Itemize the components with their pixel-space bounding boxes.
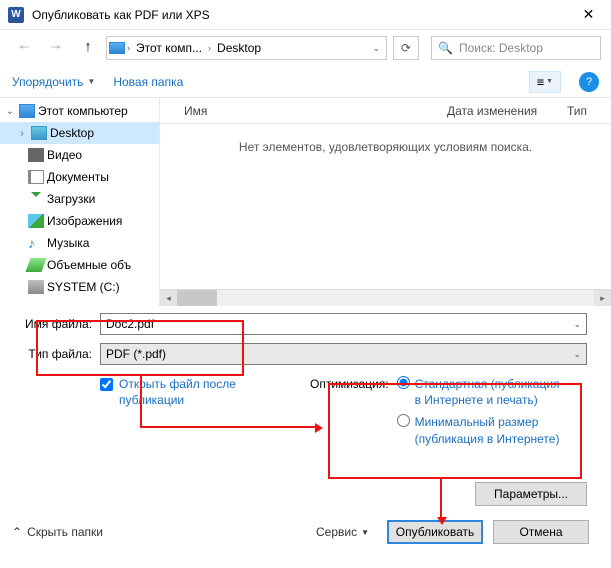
help-button[interactable]: ? xyxy=(579,72,599,92)
organize-menu[interactable]: Упорядочить▼ xyxy=(12,75,95,89)
expand-icon[interactable]: › xyxy=(16,128,28,139)
hide-folders-toggle[interactable]: ⌃ Скрыть папки xyxy=(12,525,103,539)
pc-icon xyxy=(109,42,125,54)
filename-label: Имя файла: xyxy=(24,317,100,331)
chevron-right-icon: › xyxy=(127,43,130,53)
video-icon xyxy=(28,148,44,162)
chevron-down-icon[interactable]: ⌄ xyxy=(372,43,380,54)
chevron-down-icon[interactable]: ⌄ xyxy=(573,349,581,360)
music-icon xyxy=(28,236,44,250)
scrollbar-thumb[interactable] xyxy=(177,290,217,306)
pc-icon xyxy=(19,104,35,118)
column-name[interactable]: Имя xyxy=(184,104,447,118)
breadcrumb-pc[interactable]: Этот комп... xyxy=(132,41,206,55)
filetype-combo[interactable]: PDF (*.pdf) ⌄ xyxy=(100,343,587,365)
search-icon: 🔍 xyxy=(438,41,453,55)
tree-downloads[interactable]: Загрузки xyxy=(0,188,159,210)
tree-desktop[interactable]: › Desktop xyxy=(0,122,159,144)
scroll-left-button[interactable]: ◂ xyxy=(160,290,177,306)
downloads-icon xyxy=(28,192,44,206)
collapse-icon[interactable]: ⌄ xyxy=(4,106,16,117)
scroll-right-button[interactable]: ▸ xyxy=(594,290,611,306)
new-folder-button[interactable]: Новая папка xyxy=(113,75,183,89)
optimize-label: Оптимизация: xyxy=(310,376,389,482)
breadcrumb-folder[interactable]: Desktop xyxy=(213,41,265,55)
3d-objects-icon xyxy=(25,258,46,272)
tree-this-pc[interactable]: ⌄ Этот компьютер xyxy=(0,100,159,122)
tree-system-c[interactable]: SYSTEM (C:) xyxy=(0,276,159,298)
details-view-icon: ≡ xyxy=(537,75,543,89)
folder-tree[interactable]: ⌄ Этот компьютер › Desktop Видео Докумен… xyxy=(0,98,160,306)
search-input[interactable]: 🔍 Поиск: Desktop xyxy=(431,36,601,60)
word-app-icon: W xyxy=(8,7,24,23)
optimize-minimal-radio[interactable] xyxy=(397,414,410,427)
column-date[interactable]: Дата изменения xyxy=(447,104,567,118)
tools-menu[interactable]: Сервис ▼ xyxy=(316,525,369,539)
cancel-button[interactable]: Отмена xyxy=(493,520,589,544)
tree-video[interactable]: Видео xyxy=(0,144,159,166)
window-title: Опубликовать как PDF или XPS xyxy=(32,8,566,22)
nav-back-button[interactable]: 🠔 xyxy=(10,36,38,60)
empty-message: Нет элементов, удовлетворяющих условиям … xyxy=(160,124,611,289)
drive-icon xyxy=(28,280,44,294)
view-mode-button[interactable]: ≡ ▼ xyxy=(529,71,561,93)
tree-music[interactable]: Музыка xyxy=(0,232,159,254)
list-header[interactable]: Имя Дата изменения Тип xyxy=(160,98,611,124)
filename-input[interactable]: Doc2.pdf ⌄ xyxy=(100,313,587,335)
pictures-icon xyxy=(28,214,44,228)
optimize-standard-radio[interactable] xyxy=(397,376,410,389)
nav-forward-button[interactable]: 🠖 xyxy=(42,36,70,60)
chevron-up-icon: ⌃ xyxy=(12,525,22,539)
chevron-right-icon: › xyxy=(208,43,211,53)
open-after-label: Открыть файл после публикации xyxy=(119,376,300,408)
refresh-button[interactable]: ⟳ xyxy=(393,36,419,60)
column-type[interactable]: Тип xyxy=(567,104,611,118)
search-placeholder: Поиск: Desktop xyxy=(459,41,543,55)
optimize-minimal-label: Минимальный размер (публикация в Интерне… xyxy=(415,414,565,446)
tree-documents[interactable]: Документы xyxy=(0,166,159,188)
documents-icon xyxy=(28,170,44,184)
breadcrumb[interactable]: › Этот комп... › Desktop ⌄ xyxy=(106,36,387,60)
nav-up-button[interactable]: 🠕 xyxy=(74,36,102,60)
horizontal-scrollbar[interactable]: ◂ ▸ xyxy=(160,289,611,306)
chevron-down-icon[interactable]: ⌄ xyxy=(573,319,581,330)
open-after-checkbox[interactable] xyxy=(100,378,113,391)
optimize-standard-label: Стандартная (публикация в Интернете и пе… xyxy=(415,376,565,408)
publish-button[interactable]: Опубликовать xyxy=(387,520,483,544)
filetype-label: Тип файла: xyxy=(24,347,100,361)
tree-3d[interactable]: Объемные объ xyxy=(0,254,159,276)
parameters-button[interactable]: Параметры... xyxy=(475,482,587,506)
tree-pictures[interactable]: Изображения xyxy=(0,210,159,232)
desktop-icon xyxy=(31,126,47,140)
close-button[interactable]: ✕ xyxy=(566,0,611,30)
